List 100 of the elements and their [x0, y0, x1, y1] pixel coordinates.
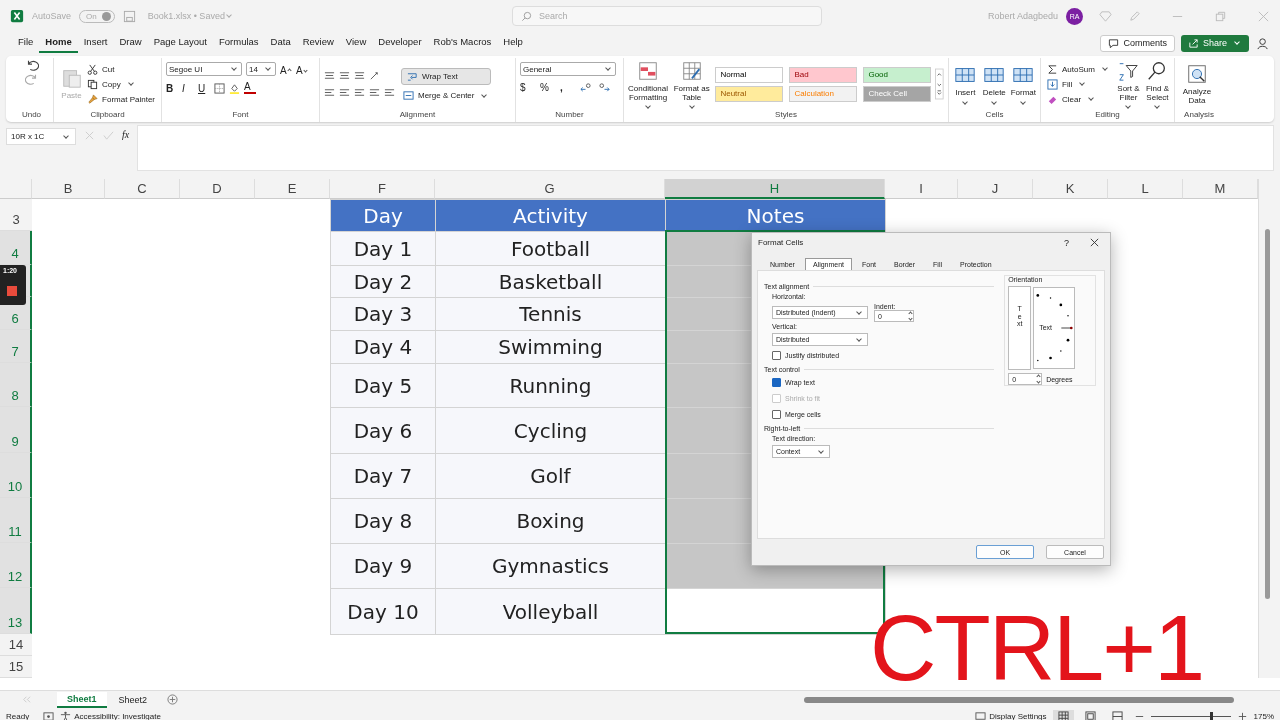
column-header[interactable]: J [958, 179, 1033, 199]
column-header[interactable]: I [885, 179, 958, 199]
cell-style-swatch[interactable]: Good [863, 66, 932, 83]
analyze-data-button[interactable]: Analyze Data [1179, 62, 1215, 106]
vertical-scrollbar[interactable] [1258, 179, 1280, 678]
column-header[interactable]: K [1033, 179, 1108, 199]
comments-button[interactable]: Comments [1100, 34, 1175, 52]
column-header[interactable]: E [255, 179, 330, 199]
fill-color-icon[interactable] [229, 82, 240, 94]
align-icon[interactable] [324, 70, 335, 81]
insert-function-button[interactable]: fx [122, 129, 130, 140]
row-header[interactable]: 7 [0, 330, 32, 363]
column-header[interactable]: M [1183, 179, 1258, 199]
menu-tab[interactable]: Help [497, 33, 529, 53]
shrink-font-button[interactable]: A [296, 64, 308, 76]
format-painter-button[interactable]: Format Painter [85, 92, 157, 106]
zoom-in-icon[interactable] [1236, 710, 1248, 720]
column-header[interactable]: B [32, 179, 105, 199]
row-header[interactable]: 14 [0, 634, 32, 656]
cells-button[interactable]: Format [1010, 64, 1036, 104]
coauthor-icon[interactable] [1257, 36, 1270, 50]
merge-center-button[interactable]: Merge & Center [401, 89, 492, 102]
row-header[interactable]: 10 [0, 453, 32, 498]
percent-button[interactable]: % [540, 82, 552, 93]
clear-button[interactable]: Clear [1045, 92, 1112, 106]
cell-style-swatch[interactable]: Bad [789, 66, 858, 83]
check-icon[interactable] [103, 130, 114, 141]
italic-button[interactable]: I [182, 82, 194, 94]
sheet-tab[interactable]: Sheet2 [108, 692, 158, 707]
column-header[interactable]: F [330, 179, 435, 199]
menu-tab[interactable]: Data [264, 33, 297, 53]
copy-button[interactable]: Copy [85, 77, 157, 91]
accessibility-status[interactable]: Accessibility: Investigate [60, 710, 161, 720]
search-field[interactable]: Search [511, 6, 822, 26]
row-header[interactable]: 15 [0, 656, 32, 678]
decrease-decimal-icon[interactable] [599, 82, 610, 93]
align-icon[interactable] [339, 70, 350, 81]
close-icon[interactable] [1089, 237, 1100, 248]
row-header[interactable]: 12 [0, 543, 32, 588]
find-select-button[interactable]: Find & Select [1144, 59, 1170, 109]
wrap-text-button[interactable]: Wrap Text [401, 68, 492, 85]
macro-icon[interactable] [43, 710, 55, 720]
increase-decimal-icon[interactable] [580, 82, 591, 93]
fill-button[interactable]: Fill [1045, 77, 1112, 91]
save-icon[interactable] [122, 9, 136, 23]
column-header[interactable]: C [105, 179, 180, 199]
number-format-field[interactable]: General [520, 62, 616, 76]
row-header[interactable]: 11 [0, 498, 32, 543]
autosum-button[interactable]: AutoSum [1045, 62, 1112, 76]
align-icon[interactable] [384, 87, 395, 98]
add-sheet-icon[interactable] [167, 694, 179, 705]
align-icon[interactable] [369, 87, 380, 98]
menu-tab[interactable]: File [12, 33, 40, 53]
underline-button[interactable]: U [198, 82, 210, 94]
currency-button[interactable]: $ [520, 82, 532, 93]
font-family-field[interactable]: Segoe UI [166, 62, 242, 76]
font-size-field[interactable]: 14 [246, 62, 276, 76]
menu-tab[interactable]: Draw [113, 33, 148, 53]
menu-tab[interactable]: Developer [372, 33, 428, 53]
formula-input[interactable] [137, 125, 1274, 171]
row-header[interactable]: 4 [0, 231, 32, 265]
cells-button[interactable]: Delete [981, 64, 1007, 104]
normal-view-icon[interactable] [1052, 709, 1074, 720]
cells-button[interactable]: Insert [953, 64, 978, 104]
cut-button[interactable]: Cut [85, 62, 157, 76]
menu-tab[interactable]: Page Layout [147, 33, 213, 53]
menu-tab[interactable]: Insert [77, 33, 114, 53]
menu-tab[interactable]: Home [39, 33, 78, 53]
align-icon[interactable] [354, 87, 365, 98]
help-button[interactable]: ? [1064, 237, 1069, 248]
align-icon[interactable] [324, 87, 335, 98]
menu-tab[interactable]: Formulas [213, 33, 265, 53]
gallery-scroll-icon[interactable] [935, 66, 944, 102]
sheet-tab[interactable]: Sheet1 [57, 691, 107, 708]
row-header[interactable]: 3 [0, 199, 32, 231]
menu-tab[interactable]: View [339, 33, 373, 53]
font-color-button[interactable]: A [244, 82, 256, 94]
column-header[interactable]: L [1108, 179, 1183, 199]
format-as-table-button[interactable]: Format as Table [672, 59, 712, 109]
share-button[interactable]: Share [1180, 34, 1249, 52]
display-settings-button[interactable]: Display Settings [975, 710, 1047, 720]
row-header[interactable]: 13 [0, 588, 32, 634]
bold-button[interactable]: B [166, 82, 178, 94]
menu-tab[interactable]: Review [296, 33, 340, 53]
column-header[interactable]: D [180, 179, 255, 199]
name-box[interactable]: 10R x 1C [6, 128, 76, 145]
column-header[interactable]: G [435, 179, 665, 199]
grow-font-button[interactable]: A [280, 64, 292, 76]
comma-button[interactable]: , [560, 82, 572, 93]
row-header[interactable]: 9 [0, 407, 32, 453]
cell-style-swatch[interactable]: Neutral [715, 85, 784, 102]
row-header[interactable]: 8 [0, 363, 32, 407]
zoom-slider-thumb[interactable] [1209, 711, 1213, 720]
orientation-icon[interactable] [369, 70, 380, 81]
align-icon[interactable] [339, 87, 350, 98]
cell-style-swatch[interactable]: Normal [715, 66, 784, 83]
zoom-level[interactable]: 175% [1253, 711, 1274, 720]
conditional-formatting-button[interactable]: Conditional Formatting [628, 59, 669, 109]
sort-filter-button[interactable]: Sort & Filter [1115, 59, 1141, 109]
borders-icon[interactable] [214, 82, 225, 94]
